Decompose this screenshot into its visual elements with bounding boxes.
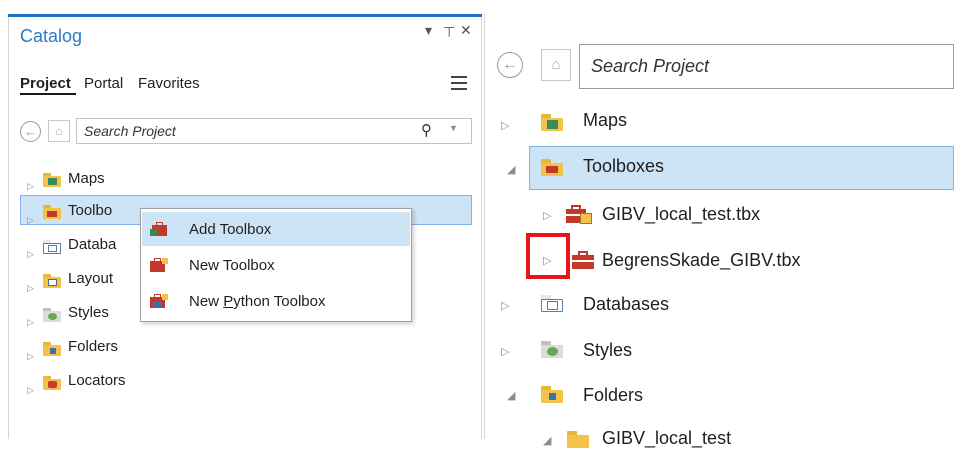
databases-folder-icon: [43, 240, 61, 254]
toolboxes-folder-icon: [541, 159, 563, 176]
pane-title: Catalog: [20, 26, 83, 46]
tree-item-toolboxes[interactable]: Toolbo: [68, 202, 112, 219]
styles-folder-icon: [43, 308, 61, 322]
databases-folder-icon: [541, 295, 563, 312]
tree-item-styles[interactable]: Styles: [583, 340, 632, 361]
expand-triangle-icon[interactable]: ▷: [27, 181, 34, 192]
menu-item-new-python-toolbox[interactable]: New Python Toolbox: [142, 284, 410, 318]
maps-folder-icon: [43, 173, 61, 187]
menu-item-new-toolbox[interactable]: New Toolbox: [142, 248, 410, 282]
toolbox-home-icon: [566, 204, 594, 226]
tree-item-toolboxes[interactable]: Toolboxes: [583, 156, 664, 177]
tree-item-databases[interactable]: Databases: [583, 294, 669, 315]
expand-triangle-icon[interactable]: ▷: [27, 351, 34, 362]
expand-triangle-icon[interactable]: ▷: [543, 254, 551, 267]
back-arrow-icon[interactable]: ←: [20, 121, 41, 142]
layouts-folder-icon: [43, 274, 61, 288]
tree-item-locators[interactable]: Locators: [68, 372, 126, 389]
menu-item-label: New Python Toolbox: [189, 293, 326, 310]
styles-folder-icon: [541, 341, 563, 358]
search-box: ⚲ ▼: [76, 118, 472, 144]
locators-folder-icon: [43, 376, 61, 390]
expand-triangle-icon[interactable]: ▷: [27, 385, 34, 396]
expand-triangle-icon[interactable]: ▷: [501, 345, 509, 358]
tree-item-gibv-local-test-tbx[interactable]: GIBV_local_test.tbx: [602, 204, 760, 225]
pane-border: [8, 17, 9, 439]
menu-item-label: New Toolbox: [189, 257, 275, 274]
tree-item-databases[interactable]: Databa: [68, 236, 116, 253]
folders-folder-icon: [43, 342, 61, 356]
maps-folder-icon: [541, 114, 563, 131]
context-menu: Add Toolbox New Toolbox New Python Toolb…: [140, 208, 412, 322]
menu-item-label: Add Toolbox: [189, 221, 272, 238]
new-toolbox-icon: [150, 258, 168, 272]
home-icon[interactable]: ⌂: [541, 49, 571, 81]
tab-project[interactable]: Project: [20, 75, 71, 92]
add-toolbox-icon: [150, 222, 168, 236]
search-options-caret-icon[interactable]: ▼: [449, 123, 458, 133]
menu-label-mnemonic: P: [223, 293, 234, 310]
folders-folder-icon: [541, 386, 563, 403]
pane-border: [484, 14, 485, 439]
expand-triangle-icon[interactable]: ▷: [27, 249, 34, 260]
menu-icon[interactable]: [451, 76, 467, 90]
search-icon[interactable]: ⚲: [421, 121, 432, 139]
new-python-toolbox-icon: [150, 294, 168, 308]
tree-item-layouts[interactable]: Layout: [68, 270, 113, 287]
pane-top-strip: [0, 0, 484, 14]
search-input[interactable]: [77, 119, 384, 143]
tree-item-maps[interactable]: Maps: [583, 110, 627, 131]
tab-favorites[interactable]: Favorites: [138, 75, 200, 92]
expand-triangle-icon[interactable]: ▷: [501, 119, 509, 132]
collapse-triangle-icon[interactable]: ◢: [507, 163, 515, 176]
expand-triangle-icon[interactable]: ▷: [27, 283, 34, 294]
tab-selected-underline: [20, 93, 76, 95]
tree-item-folders[interactable]: Folders: [583, 385, 643, 406]
pane-border: [481, 17, 482, 439]
close-pane-icon[interactable]: ✕: [460, 22, 472, 39]
search-input[interactable]: [580, 45, 951, 88]
back-arrow-icon[interactable]: ←: [497, 52, 523, 78]
tree-item-begrensskade-gibv-tbx[interactable]: BegrensSkade_GIBV.tbx: [602, 250, 800, 271]
menu-label-part: New: [189, 293, 224, 310]
menu-item-add-toolbox[interactable]: Add Toolbox: [142, 212, 410, 246]
search-box: [579, 44, 954, 89]
menu-label-part: ython Toolbox: [233, 293, 326, 310]
toolbox-icon: [572, 250, 596, 270]
collapse-triangle-icon[interactable]: ◢: [507, 389, 515, 402]
tab-portal[interactable]: Portal: [84, 75, 123, 92]
pane-active-bar: [8, 14, 482, 17]
expand-triangle-icon[interactable]: ▷: [543, 209, 551, 222]
folder-icon: [567, 431, 589, 448]
tree-item-styles[interactable]: Styles: [68, 304, 109, 321]
auto-hide-pin-icon[interactable]: ⊥: [443, 23, 455, 40]
toolboxes-folder-icon: [43, 205, 61, 219]
tree-item-maps[interactable]: Maps: [68, 170, 105, 187]
home-icon[interactable]: ⌂: [48, 120, 70, 142]
expand-triangle-icon[interactable]: ▷: [501, 299, 509, 312]
expand-triangle-icon[interactable]: ▷: [27, 215, 34, 226]
expand-triangle-icon[interactable]: ▷: [27, 317, 34, 328]
collapse-triangle-icon[interactable]: ◢: [543, 434, 551, 447]
pane-options-dropdown-icon[interactable]: ▾: [425, 22, 432, 39]
tree-item-folders[interactable]: Folders: [68, 338, 118, 355]
